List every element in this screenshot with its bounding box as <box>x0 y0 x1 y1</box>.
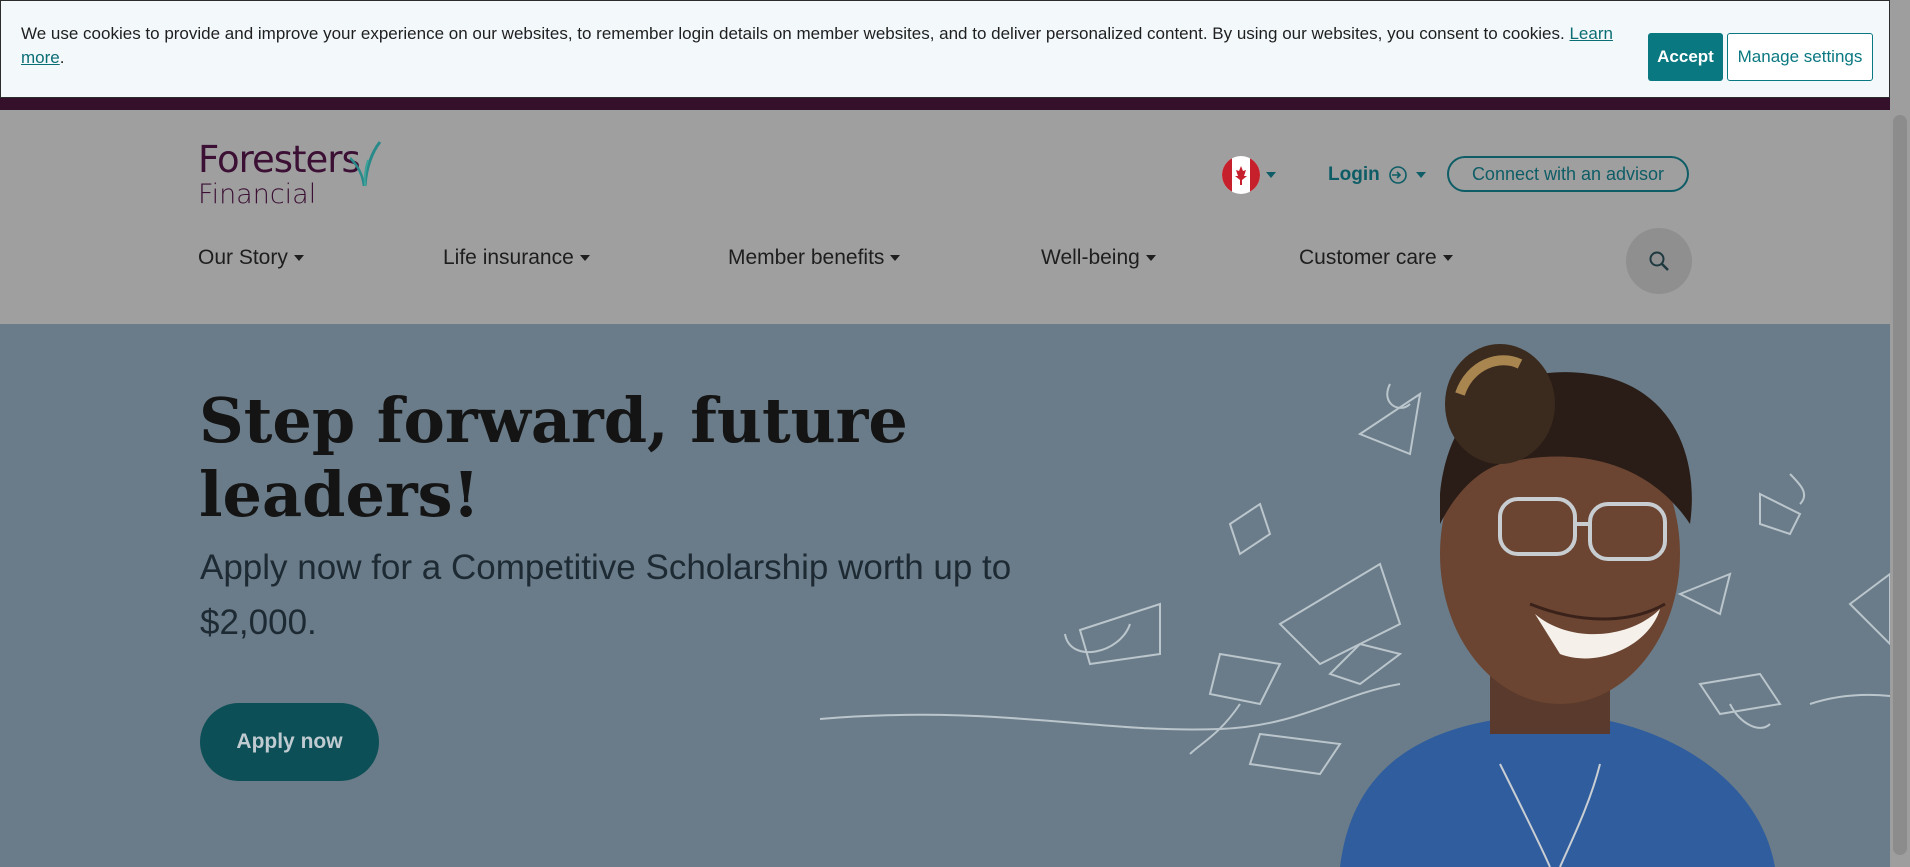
apply-now-button[interactable]: Apply now <box>200 703 379 781</box>
logo-line-2: Financial <box>198 179 317 210</box>
country-selector[interactable] <box>1222 156 1280 194</box>
cookie-period: . <box>59 48 65 67</box>
search-icon <box>1649 251 1669 271</box>
nav-label: Customer care <box>1299 246 1437 269</box>
logo-line-1: Foresters <box>198 138 361 181</box>
sprig-icon <box>350 141 382 187</box>
nav-label: Well-being <box>1041 246 1140 269</box>
nav-item-well-being[interactable]: Well-being <box>1041 246 1156 270</box>
chevron-down-icon <box>1415 172 1426 178</box>
nav-label: Life insurance <box>443 246 574 269</box>
login-label: Login <box>1328 164 1380 185</box>
cookie-message-text: We use cookies to provide and improve yo… <box>21 24 1565 43</box>
main-nav: Our Story Life insurance Member benefits… <box>0 246 1890 276</box>
chevron-down-icon <box>293 255 304 261</box>
nav-item-customer-care[interactable]: Customer care <box>1299 246 1453 270</box>
graduate-student-illustration <box>819 344 1890 867</box>
chevron-down-icon <box>579 255 590 261</box>
nav-item-member-benefits[interactable]: Member benefits <box>728 246 901 270</box>
nav-label: Our Story <box>198 246 288 269</box>
hero-section: Step forward, future leaders! Apply now … <box>0 324 1890 867</box>
nav-item-our-story[interactable]: Our Story <box>198 246 304 270</box>
page: Foresters Financial Login Connect with a… <box>0 0 1890 867</box>
login-button[interactable]: Login <box>1328 160 1426 190</box>
accept-cookies-button[interactable]: Accept <box>1648 33 1723 81</box>
login-icon <box>1388 166 1407 184</box>
cookie-message: We use cookies to provide and improve yo… <box>21 22 1621 70</box>
search-button[interactable] <box>1626 228 1692 294</box>
nav-item-life-insurance[interactable]: Life insurance <box>443 246 590 270</box>
chevron-down-icon <box>890 255 901 261</box>
cookie-banner: We use cookies to provide and improve yo… <box>0 0 1890 98</box>
foresters-logo[interactable]: Foresters Financial <box>198 138 382 210</box>
manage-settings-button[interactable]: Manage settings <box>1727 33 1873 81</box>
scrollbar-thumb[interactable] <box>1893 115 1907 855</box>
nav-label: Member benefits <box>728 246 885 269</box>
canada-flag-icon <box>1222 156 1260 194</box>
connect-advisor-button[interactable]: Connect with an advisor <box>1447 156 1689 192</box>
chevron-down-icon <box>1145 255 1156 261</box>
chevron-down-icon <box>1266 172 1276 178</box>
chevron-down-icon <box>1442 255 1453 261</box>
